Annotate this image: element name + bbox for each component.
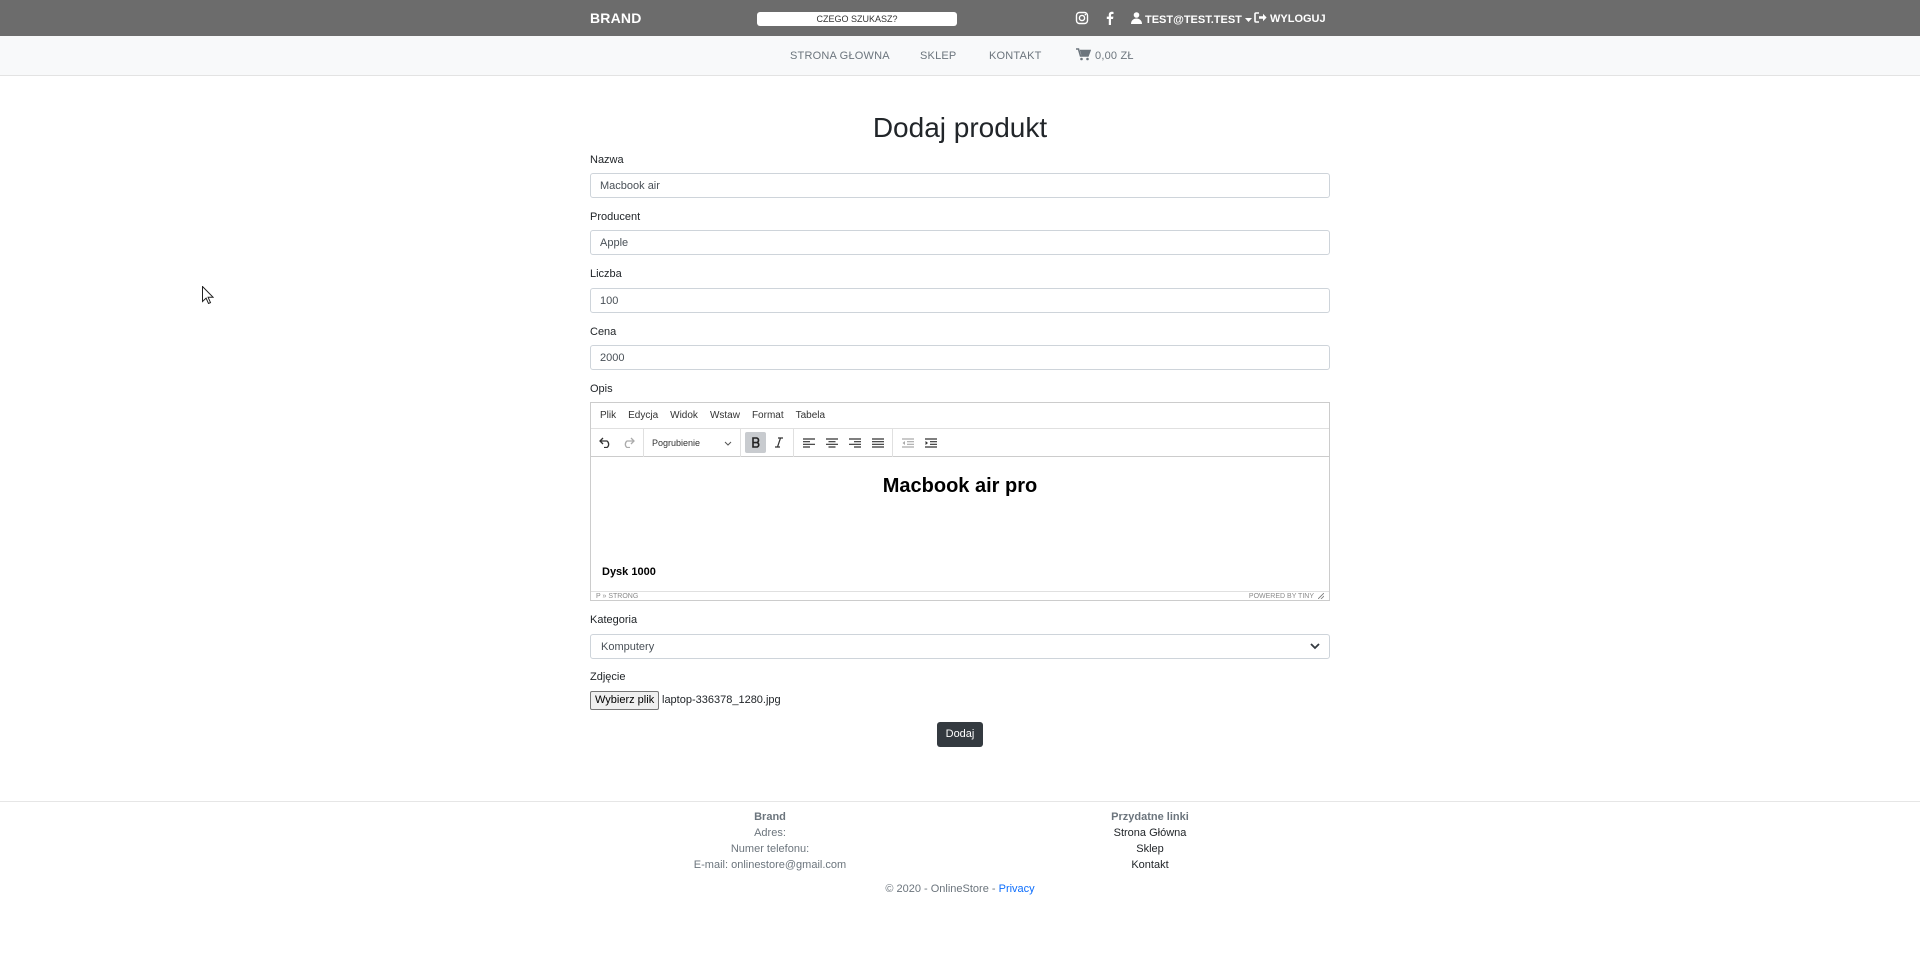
chevron-down-icon (1310, 641, 1320, 653)
page-title: Dodaj produkt (872, 112, 1048, 143)
footer-phone: Numer telefonu: (730, 843, 810, 855)
nav-shop[interactable]: SKLEP (920, 50, 956, 62)
category-label: Kategoria (590, 614, 638, 626)
menu-edit[interactable]: Edycja (628, 410, 658, 421)
producer-label: Producent (590, 211, 641, 223)
menu-insert[interactable]: Wstaw (710, 410, 740, 421)
footer-email: E-mail: onlinestore@gmail.com (693, 859, 847, 871)
footer-links-column: Przydatne linki Strona Główna Sklep Kont… (1050, 809, 1250, 873)
facebook-icon[interactable] (1103, 11, 1117, 25)
footer-link-shop[interactable]: Sklep (1050, 841, 1250, 857)
block-format-select[interactable]: Pogrubienie (648, 432, 736, 453)
menu-table[interactable]: Tabela (796, 410, 825, 421)
indent-icon[interactable] (920, 432, 941, 453)
copyright: © 2020 - OnlineStore - Privacy (0, 883, 1920, 895)
align-center-icon[interactable] (821, 432, 842, 453)
user-email: TEST@TEST.TEST (1145, 13, 1242, 26)
bold-icon[interactable] (745, 432, 766, 453)
editor-paragraph: Dysk 1000 (602, 566, 656, 578)
align-left-icon[interactable] (798, 432, 819, 453)
footer-address: Adres: (754, 827, 786, 839)
undo-icon[interactable] (595, 432, 616, 453)
outdent-icon[interactable] (897, 432, 918, 453)
producer-input[interactable] (590, 230, 1330, 255)
logout-label: WYLOGUJ (1270, 13, 1326, 25)
search-input[interactable] (757, 12, 957, 26)
instagram-icon[interactable] (1075, 11, 1089, 25)
powered-by-link[interactable]: POWERED BY TINY (1249, 593, 1314, 600)
nav-contact[interactable]: KONTAKT (989, 50, 1042, 62)
cart-total: 0,00 ZŁ (1095, 50, 1134, 62)
mouse-cursor-icon (202, 285, 215, 307)
align-justify-icon[interactable] (867, 432, 888, 453)
description-label: Opis (590, 383, 613, 395)
footer-links-title: Przydatne linki (1111, 811, 1189, 823)
copyright-text: © 2020 - OnlineStore - (885, 883, 999, 895)
category-select[interactable]: Komputery (590, 634, 1330, 659)
chevron-down-icon (724, 438, 732, 448)
editor-toolbar: Pogrubienie (591, 428, 1329, 457)
editor-statusbar: P » STRONG POWERED BY TINY (591, 591, 1329, 601)
price-input[interactable] (590, 345, 1330, 370)
category-value: Komputery (601, 640, 655, 653)
footer-divider (0, 801, 1920, 802)
cart-icon (1076, 48, 1092, 64)
block-format-value: Pogrubienie (652, 437, 701, 448)
image-label: Zdjęcie (590, 671, 626, 683)
price-label: Cena (590, 326, 617, 338)
quantity-label: Liczba (590, 268, 622, 280)
rich-text-editor: Plik Edycja Widok Wstaw Format Tabela Po… (590, 402, 1330, 601)
name-label: Nazwa (590, 154, 624, 166)
footer-brand-title: Brand (754, 811, 786, 823)
resize-handle-icon[interactable] (1317, 592, 1325, 601)
redo-icon[interactable] (618, 432, 639, 453)
element-path[interactable]: P » STRONG (596, 593, 638, 600)
quantity-input[interactable] (590, 288, 1330, 313)
add-product-button[interactable]: Dodaj (937, 722, 983, 747)
main-nav: STRONA GŁOWNA SKLEP KONTAKT 0,00 ZŁ (0, 36, 1920, 76)
editor-content-area[interactable]: Macbook air pro Dysk 1000 (591, 458, 1329, 591)
align-right-icon[interactable] (844, 432, 865, 453)
privacy-link[interactable]: Privacy (999, 883, 1035, 895)
user-menu[interactable]: TEST@TEST.TEST (1131, 12, 1252, 27)
menu-format[interactable]: Format (752, 410, 784, 421)
editor-menubar: Plik Edycja Widok Wstaw Format Tabela (591, 403, 1329, 429)
footer-brand-column: Brand Adres: Numer telefonu: E-mail: onl… (670, 809, 870, 873)
sign-out-icon (1254, 12, 1267, 26)
caret-down-icon (1244, 14, 1252, 26)
nav-home[interactable]: STRONA GŁOWNA (790, 50, 890, 62)
selected-file-name: laptop-336378_1280.jpg (662, 694, 781, 706)
brand-logo[interactable]: BRAND (590, 10, 642, 26)
menu-view[interactable]: Widok (670, 410, 698, 421)
choose-file-button[interactable]: Wybierz plik (590, 691, 660, 710)
footer-link-contact[interactable]: Kontakt (1050, 857, 1250, 873)
cart-link[interactable]: 0,00 ZŁ (1076, 48, 1134, 64)
italic-icon[interactable] (768, 432, 789, 453)
name-input[interactable] (590, 173, 1330, 198)
logout-link[interactable]: WYLOGUJ (1254, 12, 1326, 26)
top-bar: BRAND TEST@TEST.TEST WYLOGUJ (0, 0, 1920, 36)
user-icon (1131, 12, 1142, 27)
footer-link-home[interactable]: Strona Główna (1050, 825, 1250, 841)
editor-heading: Macbook air pro (882, 475, 1038, 497)
menu-file[interactable]: Plik (600, 410, 616, 421)
